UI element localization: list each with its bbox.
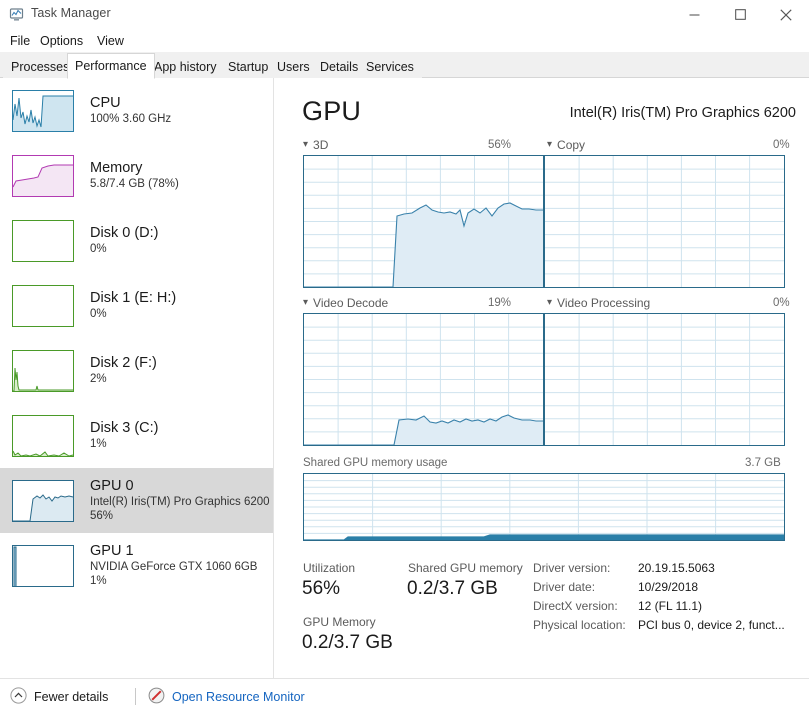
menu-item-file[interactable]: File: [6, 33, 34, 49]
graph-3d: [303, 155, 544, 288]
tab-app-history[interactable]: App history: [146, 54, 225, 78]
sidebar-item-cpu[interactable]: CPU 100% 3.60 GHz: [0, 78, 273, 143]
sidebar-item-disk-1[interactable]: Disk 1 (E: H:) 0%: [0, 273, 273, 338]
performance-detail-pane: GPU Intel(R) Iris(TM) Pro Graphics 6200 …: [275, 78, 809, 678]
stat-label-utilization: Utilization: [303, 561, 356, 575]
disk-2-thumbnail-graph: [12, 349, 74, 392]
sidebar-item-subtitle: 0%: [90, 308, 107, 320]
info-key-physical-location: Physical location:: [533, 618, 626, 632]
info-value-physical-location: PCI bus 0, device 2, funct...: [638, 618, 785, 632]
tab-services[interactable]: Services: [358, 54, 422, 78]
sidebar-item-title: Memory: [90, 160, 143, 176]
open-resource-monitor-link[interactable]: Open Resource Monitor: [148, 687, 305, 707]
gpu-model-label: Intel(R) Iris(TM) Pro Graphics 6200: [569, 105, 796, 121]
disk-0-thumbnail-graph: [12, 219, 74, 262]
graph-value-3d: 56%: [488, 139, 512, 151]
sidebar-item-disk-3[interactable]: Disk 3 (C:) 1%: [0, 403, 273, 468]
graph-value-video-decode: 19%: [488, 297, 512, 309]
graph-value-copy: 0%: [773, 139, 790, 151]
stat-value-utilization: 56%: [302, 578, 341, 599]
resource-monitor-icon: [148, 687, 165, 707]
close-button[interactable]: [763, 0, 809, 29]
info-value-driver-version: 20.19.15.5063: [638, 561, 715, 575]
tab-strip: Processes Performance App history Startu…: [0, 52, 809, 79]
chevron-down-icon: ▾: [547, 297, 553, 308]
sidebar-item-title: GPU 1: [90, 543, 134, 559]
fewer-details-label: Fewer details: [34, 690, 109, 704]
gpu-1-thumbnail-graph: [12, 544, 74, 587]
menu-item-options[interactable]: Options: [36, 33, 87, 49]
sidebar-item-usage: 56%: [90, 510, 114, 522]
chevron-up-circle-icon: [10, 687, 27, 707]
sidebar-item-title: GPU 0: [90, 478, 134, 494]
menu-bar: File Options View: [0, 29, 809, 52]
tab-performance[interactable]: Performance: [67, 53, 155, 79]
sidebar-item-title: Disk 1 (E: H:): [90, 290, 177, 306]
tab-startup[interactable]: Startup: [220, 54, 277, 78]
disk-3-thumbnail-graph: [12, 414, 74, 457]
graph-label-copy[interactable]: ▾ Copy: [547, 138, 585, 152]
info-key-directx-version: DirectX version:: [533, 599, 618, 613]
cpu-thumbnail-graph: [12, 89, 74, 132]
sidebar-item-disk-0[interactable]: Disk 0 (D:) 0%: [0, 208, 273, 273]
sidebar-item-gpu-1[interactable]: GPU 1 NVIDIA GeForce GTX 1060 6GB 1%: [0, 533, 273, 598]
chevron-down-icon: ▾: [303, 139, 309, 150]
fewer-details-button[interactable]: Fewer details: [10, 687, 108, 707]
memory-thumbnail-graph: [12, 154, 74, 197]
graph-value-video-processing: 0%: [773, 297, 790, 309]
stat-value-gpu-memory: 0.2/3.7 GB: [302, 632, 393, 653]
graph-video-decode: [303, 313, 544, 446]
open-resource-monitor-label: Open Resource Monitor: [172, 690, 305, 704]
sidebar-item-subtitle: 2%: [90, 373, 107, 385]
minimize-button[interactable]: [671, 0, 717, 29]
shared-memory-graph-label: Shared GPU memory usage: [303, 457, 448, 469]
status-bar: Fewer details Open Resource Monitor: [0, 678, 809, 713]
sidebar-item-disk-2[interactable]: Disk 2 (F:) 2%: [0, 338, 273, 403]
graph-copy: [544, 155, 785, 288]
sidebar-item-subtitle: 0%: [90, 243, 107, 255]
gpu-0-thumbnail-graph: [12, 479, 74, 522]
sidebar-item-title: Disk 2 (F:): [90, 355, 157, 371]
sidebar-item-title: CPU: [90, 95, 121, 111]
maximize-button[interactable]: [717, 0, 763, 29]
stat-value-shared-gpu-memory: 0.2/3.7 GB: [407, 578, 498, 599]
sidebar-item-subtitle: NVIDIA GeForce GTX 1060 6GB: [90, 561, 258, 573]
graph-label-video-processing[interactable]: ▾ Video Processing: [547, 296, 650, 310]
sidebar-item-subtitle: 5.8/7.4 GB (78%): [90, 178, 179, 190]
graph-label-video-decode[interactable]: ▾ Video Decode: [303, 296, 388, 310]
sidebar-item-title: Disk 3 (C:): [90, 420, 159, 436]
resource-sidebar: CPU 100% 3.60 GHz Memory 5.8/7.4 GB (78%…: [0, 78, 274, 678]
stat-label-shared-gpu-memory: Shared GPU memory: [408, 561, 523, 575]
window-title: Task Manager: [31, 6, 111, 20]
disk-1-thumbnail-graph: [12, 284, 74, 327]
info-key-driver-version: Driver version:: [533, 561, 611, 575]
tab-users[interactable]: Users: [269, 54, 318, 78]
info-key-driver-date: Driver date:: [533, 580, 596, 594]
sidebar-item-memory[interactable]: Memory 5.8/7.4 GB (78%): [0, 143, 273, 208]
stat-label-gpu-memory: GPU Memory: [303, 615, 376, 629]
shared-memory-graph-max: 3.7 GB: [745, 457, 781, 469]
sidebar-item-usage: 1%: [90, 575, 107, 587]
graph-video-processing: [544, 313, 785, 446]
graph-shared-gpu-memory: [303, 473, 785, 541]
menu-item-view[interactable]: View: [93, 33, 128, 49]
graph-label-3d[interactable]: ▾ 3D: [303, 138, 328, 152]
title-bar: Task Manager: [0, 0, 809, 29]
task-manager-icon: [9, 7, 25, 23]
chevron-down-icon: ▾: [303, 297, 309, 308]
sidebar-item-subtitle: 100% 3.60 GHz: [90, 113, 172, 125]
sidebar-item-subtitle: 1%: [90, 438, 107, 450]
sidebar-item-subtitle: Intel(R) Iris(TM) Pro Graphics 6200: [90, 496, 270, 508]
page-title: GPU: [302, 96, 362, 126]
sidebar-item-title: Disk 0 (D:): [90, 225, 159, 241]
status-separator: [135, 688, 136, 705]
sidebar-item-gpu-0[interactable]: GPU 0 Intel(R) Iris(TM) Pro Graphics 620…: [0, 468, 273, 533]
info-value-driver-date: 10/29/2018: [638, 580, 699, 594]
info-value-directx-version: 12 (FL 11.1): [638, 599, 703, 613]
chevron-down-icon: ▾: [547, 139, 553, 150]
